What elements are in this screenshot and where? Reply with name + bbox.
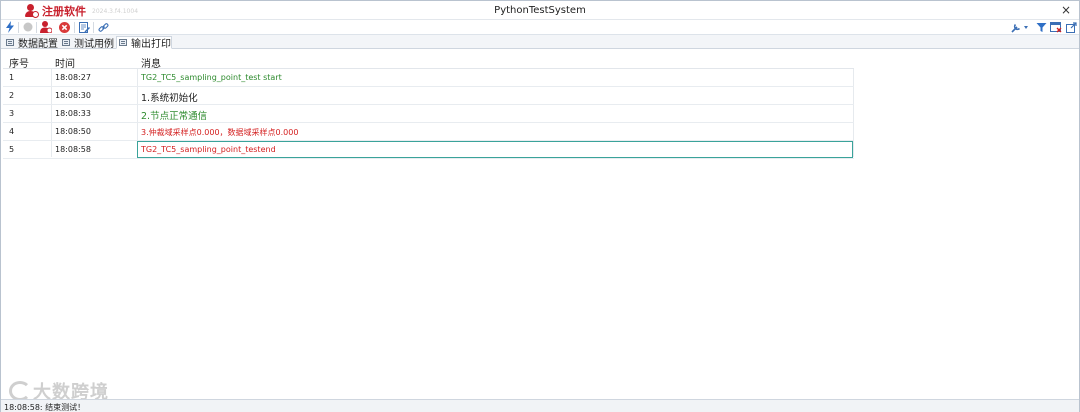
row-message: TG2_TC5_sampling_point_test start [141,73,282,82]
tab-data-config[interactable]: 数据配置 [6,36,58,50]
stop-icon[interactable] [58,21,70,33]
status-text: 18:08:58: 结束测试！ [4,403,86,412]
status-bar: 18:08:58: 结束测试！ [1,399,1079,412]
link-icon[interactable] [97,21,109,33]
row-time: 18:08:33 [55,109,91,118]
row-index: 5 [9,145,15,154]
export-icon[interactable] [1065,21,1077,33]
row-message: 3.仲裁域采样点0.000，数据域采样点0.000 [141,128,299,137]
row-message: 2.节点正常通信 [141,111,208,122]
tab-output-print[interactable]: 输出打印 [116,36,172,50]
table-row-selected[interactable]: 5 18:08:58 TG2_TC5_sampling_point_testen… [3,141,854,159]
window-title: PythonTestSystem [494,5,586,16]
table-row[interactable]: 2 18:08:30 1.系统初始化 [3,87,854,105]
row-index: 3 [9,109,15,118]
close-window-button[interactable]: × [1061,3,1071,17]
row-index: 2 [9,91,15,100]
table-row[interactable]: 4 18:08:50 3.仲裁域采样点0.000，数据域采样点0.000 [3,123,854,141]
tab-document-icon [6,39,14,46]
row-time: 18:08:27 [55,73,91,82]
tab-document-icon [62,39,70,46]
tab-document-icon [119,39,127,46]
row-message: TG2_TC5_sampling_point_testend [141,145,276,154]
grid-header: 序号 时间 消息 [3,52,854,70]
tab-test-cases[interactable]: 测试用例 [62,36,114,50]
header-index[interactable]: 序号 [9,55,29,70]
edit-icon[interactable] [78,21,90,33]
row-index: 4 [9,127,15,136]
table-row[interactable]: 1 18:08:27 TG2_TC5_sampling_point_test s… [3,69,854,87]
header-time[interactable]: 时间 [55,55,75,70]
window-close-icon[interactable] [1050,21,1062,33]
wrench-icon[interactable] [1011,21,1029,33]
table-row[interactable]: 3 18:08:33 2.节点正常通信 [3,105,854,123]
user-register-icon[interactable] [40,21,52,33]
header-message[interactable]: 消息 [141,55,161,70]
lightning-icon[interactable] [4,21,16,33]
tab-bar: 数据配置 测试用例 输出打印 [1,35,1079,50]
filter-icon[interactable] [1035,21,1047,33]
toolbar [1,20,1079,35]
title-bar: 注册软件 2024.3.f4.1004 PythonTestSystem × [1,1,1079,20]
tab-label: 测试用例 [74,39,114,50]
app-window: 注册软件 2024.3.f4.1004 PythonTestSystem × 数… [0,0,1080,412]
row-time: 18:08:50 [55,127,91,136]
watermark-logo-icon [9,381,31,401]
row-message: 1.系统初始化 [141,93,198,104]
tab-label: 数据配置 [18,39,58,50]
tab-label: 输出打印 [131,39,171,50]
row-time: 18:08:30 [55,91,91,100]
circle-icon[interactable] [22,21,34,33]
row-time: 18:08:58 [55,145,91,154]
row-index: 1 [9,73,15,82]
